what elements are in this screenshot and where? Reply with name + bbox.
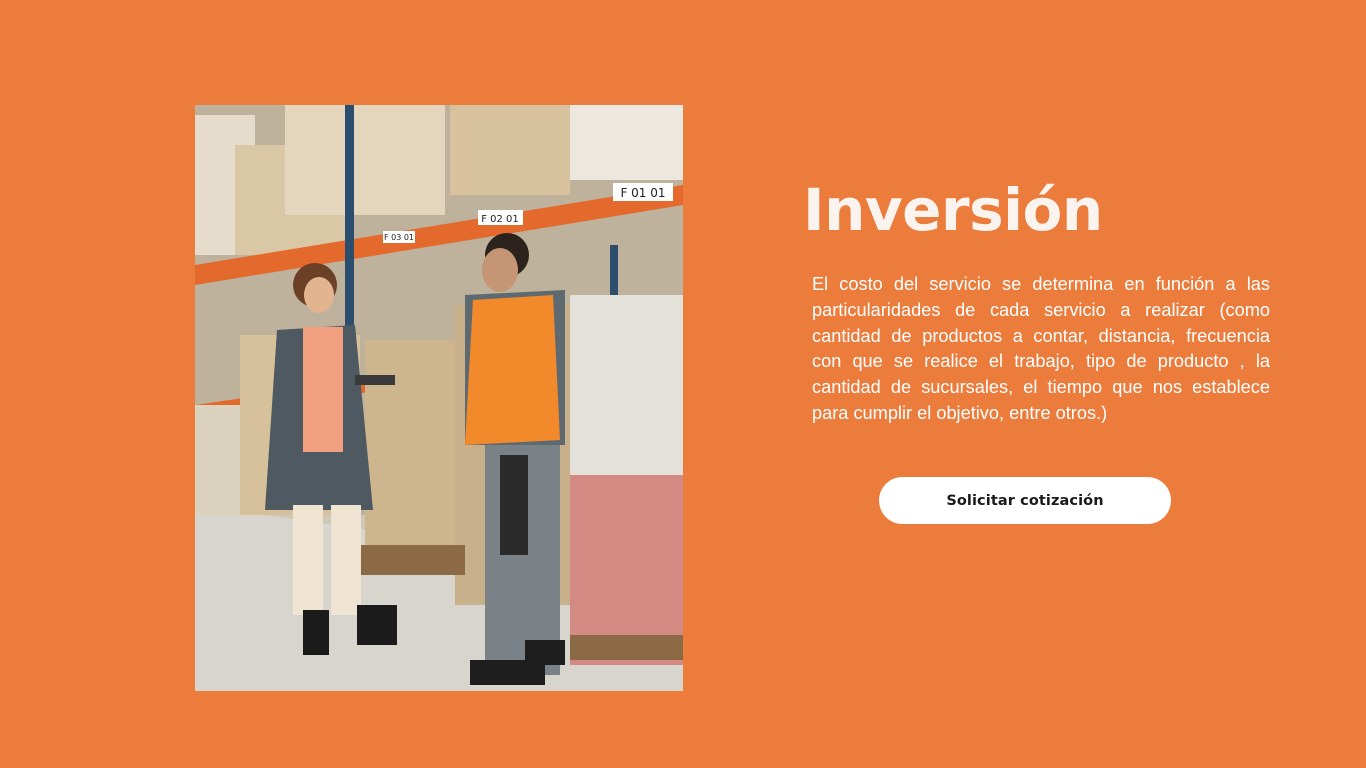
shelf-label-2: F 02 01 xyxy=(478,210,523,225)
section-title: Inversión xyxy=(803,176,1103,244)
shelf-label-1: F 01 01 xyxy=(613,183,673,201)
warehouse-photo: F 01 01 F 02 01 F 03 01 xyxy=(195,105,683,691)
svg-text:F 02 01: F 02 01 xyxy=(481,214,519,225)
request-quote-button[interactable]: Solicitar cotización xyxy=(879,477,1171,524)
svg-text:F 03 01: F 03 01 xyxy=(384,233,414,242)
page: F 01 01 F 02 01 F 03 01 Inversión El cos… xyxy=(0,0,1366,768)
section-description: El costo del servicio se determina en fu… xyxy=(812,274,1270,423)
svg-text:F 01 01: F 01 01 xyxy=(620,186,665,200)
shelf-label-3: F 03 01 xyxy=(383,231,415,243)
warehouse-illustration: F 01 01 F 02 01 F 03 01 xyxy=(195,105,683,691)
investment-section: Inversión El costo del servicio se deter… xyxy=(803,170,1273,423)
